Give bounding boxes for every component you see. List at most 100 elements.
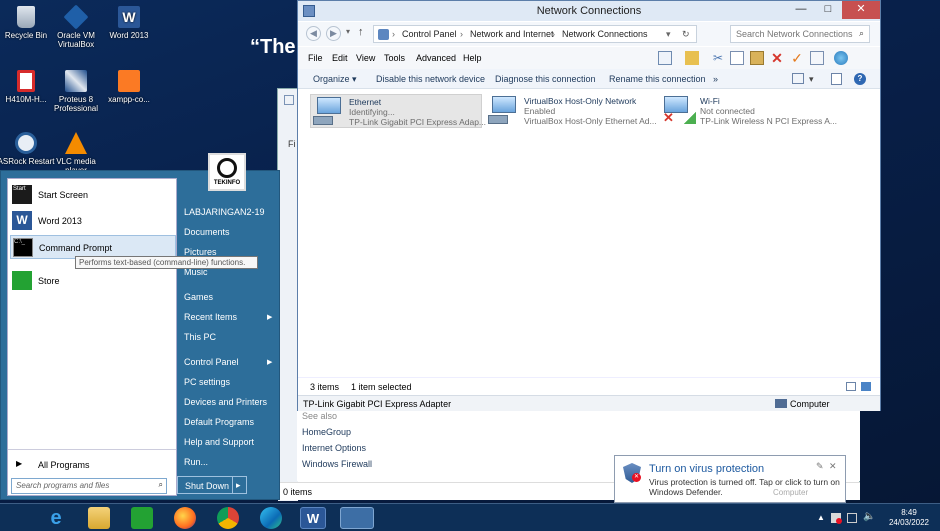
recent-items-arrow-icon: ▶ [267,314,273,321]
details-bar: TP-Link Gigabit PCI Express Adapter Comp… [298,395,880,411]
close-button[interactable]: ✕ [842,1,880,19]
internet-options-link[interactable]: Internet Options [302,443,366,453]
volume-muted-icon[interactable]: 🔈 [863,511,875,522]
menu-view[interactable]: View [356,53,375,63]
command-prompt-tooltip: Performs text-based (command-line) funct… [75,256,258,269]
recent-chevron-icon[interactable]: ▾ [346,27,350,36]
delete-icon[interactable]: ✕ [770,51,784,65]
help-support-link[interactable]: Help and Support [184,437,254,447]
notification-close-icon[interactable]: ✕ [829,461,837,472]
diagnose-connection-button[interactable]: Diagnose this connection [495,74,596,84]
address-dropdown-icon[interactable]: ▾ [666,29,671,40]
all-programs-button[interactable]: ▶ All Programs [10,453,176,477]
breadcrumb-network-connections[interactable]: Network Connections [562,29,648,39]
network-connections-icon[interactable] [340,507,374,529]
start-item-word[interactable]: W Word 2013 [10,209,176,233]
edge-icon[interactable] [260,507,282,529]
chrome-icon[interactable] [217,507,239,529]
desktop-icon-word[interactable]: W Word 2013 [98,6,160,40]
up-arrow-icon[interactable]: ↑ [358,26,364,38]
word-icon: W [12,211,32,230]
virtualbox-icon [63,4,89,30]
documents-link[interactable]: Documents [184,227,230,237]
network-adapter-icon [488,96,520,126]
layout-pane-icon[interactable] [658,51,672,65]
connection-adapter: TP-Link Gigabit PCI Express Adap... [349,117,487,127]
user-name-link[interactable]: LABJARINGAN2-19 [184,207,265,217]
notification-ghost-text: Computer [773,488,809,497]
pin-icon[interactable]: ✎ [816,461,824,472]
word-icon[interactable]: W [300,507,326,529]
maximize-button[interactable]: □ [815,1,841,19]
menu-edit[interactable]: Edit [332,53,348,63]
user-avatar[interactable]: TEKINFO [208,153,246,191]
breadcrumb-network-internet[interactable]: Network and Internet [470,29,554,39]
store-icon[interactable] [131,507,153,529]
default-programs-link[interactable]: Default Programs [184,417,254,427]
homegroup-link[interactable]: HomeGroup [302,427,351,437]
more-commands-button[interactable]: » [713,74,718,84]
change-view-icon[interactable] [792,73,804,84]
connection-virtualbox[interactable]: VirtualBox Host-Only Network Enabled Vir… [486,94,658,128]
menu-advanced[interactable]: Advanced [416,53,456,63]
rename-connection-button[interactable]: Rename this connection [609,74,706,84]
connection-ethernet[interactable]: Ethernet Identifying... TP-Link Gigabit … [310,94,486,128]
internet-explorer-icon[interactable]: e [45,507,67,529]
connection-adapter: TP-Link Wireless N PCI Express A... [700,116,837,126]
preview-pane-icon[interactable] [831,73,842,85]
title-bar[interactable]: Network Connections — □ ✕ [298,1,880,21]
address-row: ◀ ▶ ▾ ↑ › Control Panel › Network and In… [298,22,880,46]
windows-firewall-link[interactable]: Windows Firewall [302,459,372,469]
control-panel-arrow-icon: ▶ [267,359,273,366]
desktop-icon-vlc[interactable]: VLC media player [45,132,107,175]
disable-device-button[interactable]: Disable this network device [376,74,485,84]
back-arrow-icon[interactable]: ◀ [306,26,321,41]
firefox-icon[interactable] [174,507,196,529]
word-icon: W [118,6,140,28]
refresh-icon[interactable]: ↻ [682,29,690,40]
connection-wifi[interactable]: ✕ Wi-Fi Not connected TP-Link Wireless N… [662,94,837,128]
search-input[interactable]: Search Network Connections ⌕ [730,25,870,43]
menu-file[interactable]: File [308,53,323,63]
shutdown-button[interactable]: Shut Down ▸ [177,476,247,494]
menu-help[interactable]: Help [463,53,482,63]
games-link[interactable]: Games [184,292,213,302]
desktop-icon-xampp[interactable]: xampp-co... [98,70,160,104]
recent-items-link[interactable]: Recent Items [184,312,237,322]
back-window-side-letter: Fi [288,139,296,149]
help-icon[interactable]: ? [854,73,866,85]
window-icon[interactable] [810,51,824,65]
globe-icon[interactable] [834,51,848,65]
shutdown-options-icon[interactable]: ▸ [236,480,241,491]
this-pc-link[interactable]: This PC [184,332,216,342]
tray-overflow-icon[interactable]: ▲ [817,513,825,522]
clock[interactable]: 8:49 24/03/2022 [885,508,933,528]
virus-protection-notification[interactable]: ✕ Turn on virus protection Virus protect… [614,455,846,503]
minimize-button[interactable]: — [788,1,814,19]
devices-printers-link[interactable]: Devices and Printers [184,397,267,407]
start-search-input[interactable]: Search programs and files ⌕ [11,478,167,494]
store-icon [12,271,32,290]
control-panel-link[interactable]: Control Panel [184,357,239,367]
address-bar[interactable]: › Control Panel › Network and Internet ›… [373,25,697,43]
breadcrumb-control-panel[interactable]: Control Panel [402,29,457,39]
run-link[interactable]: Run... [184,457,208,467]
network-tray-icon[interactable] [847,513,857,523]
large-icons-view-icon[interactable] [861,382,871,391]
start-item-start-screen[interactable]: Start Start Screen [10,183,176,207]
start-screen-icon: Start [12,185,32,204]
pc-settings-link[interactable]: PC settings [184,377,230,387]
forward-arrow-icon[interactable]: ▶ [326,26,341,41]
copy-icon[interactable] [730,51,744,65]
file-explorer-icon[interactable] [88,507,110,529]
details-view-icon[interactable] [846,382,856,391]
cut-icon[interactable]: ✂ [711,51,725,65]
menu-tools[interactable]: Tools [384,53,405,63]
organize-button[interactable]: Organize ▾ [313,74,357,85]
start-item-store[interactable]: Store [10,269,176,293]
paste-icon[interactable] [750,51,764,65]
view-dropdown-icon[interactable]: ▾ [809,74,814,85]
checkmark-icon[interactable]: ✓ [790,51,804,65]
properties-folder-icon[interactable] [685,51,699,65]
network-connections-window[interactable]: Network Connections — □ ✕ ◀ ▶ ▾ ↑ › Cont… [297,0,881,411]
